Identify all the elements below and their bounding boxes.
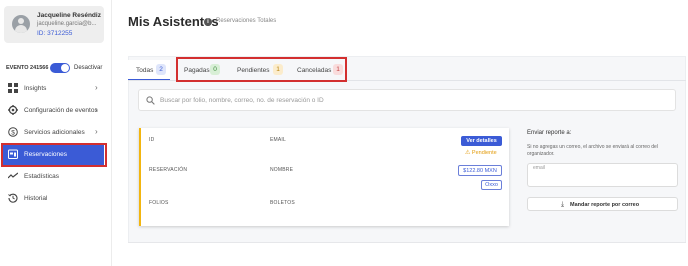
chevron-right-icon: › [95, 83, 98, 92]
sidebar-item-label: Servicios adicionales [24, 129, 85, 136]
event-label: EVENTO 241566 [6, 65, 49, 71]
chevron-right-icon: › [95, 105, 98, 114]
report-title: Enviar reporte a: [527, 130, 572, 136]
svg-text:$: $ [11, 129, 15, 136]
tab-count-badge: 2 [156, 64, 166, 75]
send-report-label: Mandar reporte por correo [570, 202, 640, 208]
field-label-id: ID [149, 137, 155, 143]
highlight-reservaciones [1, 143, 107, 167]
download-icon: ⤓ [561, 201, 565, 208]
email-field[interactable]: email [527, 163, 678, 187]
event-toggle[interactable] [50, 63, 70, 73]
sidebar-item-config[interactable]: Configuración de eventos › [0, 100, 112, 122]
field-label-folios: FOLIOS [149, 200, 169, 206]
search-icon [146, 96, 155, 105]
tab-todas[interactable]: Todas 2 [128, 60, 170, 80]
dollar-icon: $ [8, 127, 18, 137]
payment-method-badge: Oxxo [481, 180, 502, 190]
user-name: Jacqueline Reséndiz [37, 12, 101, 19]
event-row: EVENTO 241566 Desactivar [6, 62, 110, 74]
field-label-tickets: BOLETOS [270, 200, 295, 206]
user-email: jacqueline.garcia@b... [37, 21, 97, 27]
history-icon [8, 193, 18, 203]
sidebar-item-historial[interactable]: Historial [0, 188, 112, 210]
status-label: Pendiente [471, 150, 497, 156]
grid-icon [8, 83, 18, 93]
bottom-panel [128, 242, 686, 266]
page-subtitle: Reservaciones Totales [216, 18, 277, 24]
sidebar-item-label: Historial [24, 195, 48, 202]
sidebar-item-estadisticas[interactable]: Estadísticas [0, 166, 112, 188]
search-input[interactable]: Buscar por folio, nombre, correo, no. de… [138, 89, 676, 111]
chevron-right-icon: › [95, 127, 98, 136]
event-toggle-label: Desactivar [74, 65, 103, 71]
user-card[interactable]: Jacqueline Reséndiz jacqueline.garcia@b.… [4, 6, 104, 43]
info-icon[interactable]: i [204, 18, 212, 26]
field-label-reservation: RESERVACIÓN [149, 167, 188, 173]
sidebar: Jacqueline Reséndiz jacqueline.garcia@b.… [0, 0, 112, 266]
trend-icon [8, 172, 18, 179]
sidebar-item-label: Estadísticas [24, 173, 60, 180]
highlight-status-tabs [176, 57, 347, 82]
sidebar-item-insights[interactable]: Insights › [0, 78, 112, 100]
sidebar-item-label: Configuración de eventos [24, 107, 98, 114]
send-report-button[interactable]: ⤓ Mandar reporte por correo [527, 197, 678, 211]
sidebar-item-services[interactable]: $ Servicios adicionales › [0, 122, 112, 144]
warning-icon: ⚠ [465, 150, 471, 156]
field-label-email: EMAIL [270, 137, 287, 143]
tab-label: Todas [136, 67, 154, 74]
gear-icon [8, 105, 18, 115]
avatar [12, 15, 30, 33]
field-label-name: NOMBRE [270, 167, 294, 173]
report-description: Si no agregas un correo, el archivo se e… [527, 144, 658, 157]
sidebar-item-label: Insights [24, 85, 47, 92]
price-badge: $122.80 MXN [458, 165, 502, 176]
reservation-card: ID EMAIL RESERVACIÓN NOMBRE FOLIOS BOLET… [139, 128, 509, 226]
email-field-label: email [533, 165, 545, 171]
search-placeholder: Buscar por folio, nombre, correo, no. de… [160, 97, 324, 104]
status-badge: ⚠ Pendiente [465, 149, 497, 156]
view-details-button[interactable]: Ver detalles [461, 136, 502, 146]
user-id: ID: 3712255 [37, 30, 73, 37]
